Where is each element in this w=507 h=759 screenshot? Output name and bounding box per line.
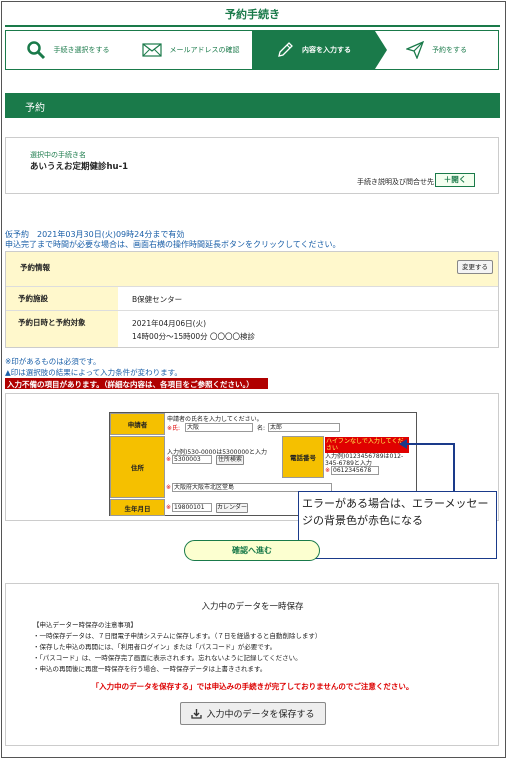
save-data-button[interactable]: 入力中のデータを保存する — [180, 702, 326, 725]
step-email: メールアドレスの確認 — [129, 31, 252, 69]
change-button[interactable]: 変更する — [457, 260, 493, 274]
required-mark: ※ — [166, 504, 172, 511]
required-mark: ※ — [166, 456, 172, 463]
step-label: メールアドレスの確認 — [169, 46, 240, 54]
step-label: 内容を入力する — [302, 46, 351, 54]
callout-arrow — [405, 443, 455, 445]
title-divider — [5, 25, 500, 27]
error-banner: 入力不備の項目があります。（詳細な内容は、各項目をご参照ください。） — [5, 378, 268, 389]
datetime-label: 予約日時と予約対象 — [6, 311, 118, 347]
info-header-label: 予約情報 — [20, 263, 50, 272]
sei-label: ※氏: — [167, 425, 181, 432]
phone-error-message: ハイフンなしで入力してください — [325, 437, 409, 453]
pencil-icon — [278, 42, 293, 57]
list-item: ・一時保存データは、７日間電子申請システムに保存します。（７日を経過すると自動削… — [33, 632, 322, 640]
step-label: 手続き選択をする — [53, 46, 110, 54]
save-button-label: 入力中のデータを保存する — [206, 710, 315, 720]
mail-icon — [141, 43, 162, 57]
datetime-time: 14時00分～15時00分 〇〇〇〇検診 — [132, 332, 256, 341]
zip-search-button[interactable]: 住所検索 — [216, 455, 244, 465]
send-icon — [406, 41, 424, 59]
mei-input[interactable]: 太郎 — [268, 423, 340, 432]
download-icon — [191, 709, 203, 719]
applicant-hint: 申請者の氏名を入力してください。 — [167, 416, 263, 423]
datetime-date: 2021年04月06日(火) — [132, 319, 207, 328]
step-select: 手続き選択をする — [6, 31, 129, 69]
mei-label: 名: — [257, 425, 266, 432]
list-item: ・「パスコード」は、一時保存完了画面に表示されます。忘れないように記録してくださ… — [33, 654, 302, 662]
annotation-callout: エラーがある場合は、エラーメッセージの背景色が赤色になる — [298, 491, 497, 559]
datetime-value: 2021年04月06日(火) 14時00分～15時00分 〇〇〇〇検診 — [118, 311, 498, 347]
phone-label: 電話番号 — [282, 436, 324, 478]
sei-input[interactable]: 大阪 — [185, 423, 253, 432]
facility-value: B保健センター — [132, 295, 183, 304]
phone-input[interactable]: 0612345678 — [331, 466, 379, 475]
zip-input[interactable]: 5300003 — [172, 455, 212, 464]
confirm-button[interactable]: 確認へ進む — [184, 540, 320, 561]
procedure-label: 選択中の手続き名 — [30, 151, 86, 159]
section-title: 予約 — [5, 93, 500, 118]
step-input: 内容を入力する — [252, 31, 387, 69]
phone-hint: 入力例)0123456789は012-345-6789と入力 — [325, 453, 404, 467]
procedure-name: あいうえお定期健診hu-1 — [30, 162, 129, 172]
list-item: ・申込の再開後に再度一時保存を行う場合、一時保存データは上書きされます。 — [33, 665, 267, 673]
conditional-note: ▲印は選択肢の結果によって入力条件が変わります。 — [5, 368, 182, 377]
temp-save-warning: 「入力中のデータを保存する」では申込みの手続きが完了しておりませんのでご注意くだ… — [91, 682, 414, 691]
facility-label: 予約施設 — [6, 287, 118, 310]
reservation-info-table: 予約情報 変更する 予約施設 B保健センター 予約日時と予約対象 2021年04… — [5, 251, 499, 348]
progress-steps: 手続き選択をする メールアドレスの確認 内容を入力する 予約をする — [5, 30, 499, 70]
temp-save-title: 入力中のデータを一時保存 — [201, 602, 304, 612]
search-icon — [26, 41, 45, 60]
table-row: 予約施設 B保健センター — [6, 287, 498, 311]
list-item: 【申込データー時保存の注意事項】 — [33, 621, 137, 629]
list-item: ・保存した申込の再開には、「利用者ログイン」または「パスコード」が必要です。 — [33, 643, 277, 651]
required-note: ※印があるものは必須です。 — [5, 357, 101, 366]
help-label: 手続き説明及び問合せ先 — [357, 178, 434, 186]
callout-arrow — [453, 444, 455, 492]
calendar-button[interactable]: カレンダー — [216, 503, 248, 513]
callout-arrow-head — [399, 439, 407, 449]
required-mark: ※ — [325, 467, 331, 474]
required-mark: ※ — [166, 484, 172, 491]
address-label: 住所 — [110, 436, 165, 498]
step-reserve: 予約をする — [375, 31, 498, 69]
temp-save-notes: 【申込データー時保存の注意事項】 ・一時保存データは、７日間電子申請システムに保… — [33, 620, 321, 675]
open-button[interactable]: ＋開く — [435, 173, 475, 187]
applicant-label: 申請者 — [110, 413, 165, 435]
page-title: 予約手続き — [225, 8, 280, 21]
step-label: 予約をする — [432, 46, 467, 54]
reservation-note: 申込完了まで時間が必要な場合は、画面右横の操作時間延長ボタンをクリックしてくださ… — [5, 240, 341, 249]
table-row: 予約日時と予約対象 2021年04月06日(火) 14時00分～15時00分 〇… — [6, 311, 498, 347]
dob-input[interactable]: 19800101 — [172, 503, 212, 512]
info-header: 予約情報 変更する — [6, 252, 498, 287]
dob-label: 生年月日 — [110, 499, 165, 516]
